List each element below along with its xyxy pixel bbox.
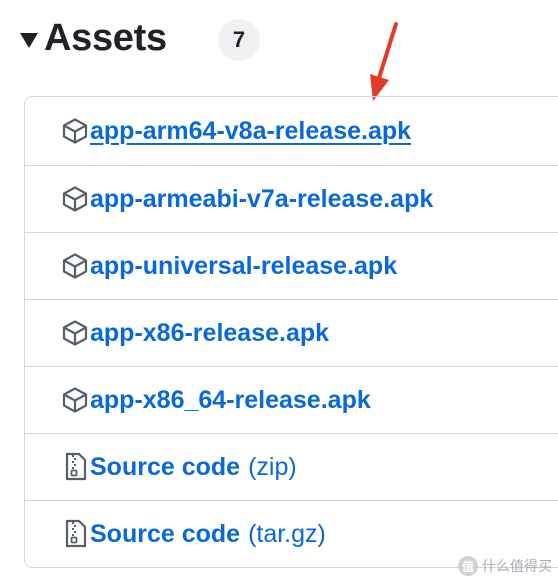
- source-code-link[interactable]: Source code: [90, 453, 240, 482]
- archive-format-label: (zip): [248, 452, 297, 481]
- asset-row: app-armeabi-v7a-release.apk: [25, 165, 558, 232]
- caret-down-icon[interactable]: [20, 32, 38, 48]
- package-icon: [60, 385, 90, 415]
- watermark: 值 什么值得买: [458, 556, 552, 576]
- asset-link[interactable]: app-arm64-v8a-release.apk: [90, 117, 411, 146]
- assets-header[interactable]: Assets: [20, 12, 167, 64]
- asset-row: app-x86-release.apk: [25, 299, 558, 366]
- asset-link[interactable]: app-armeabi-v7a-release.apk: [90, 185, 433, 214]
- watermark-text: 什么值得买: [482, 558, 552, 574]
- file-zip-icon: [60, 519, 90, 549]
- asset-link[interactable]: app-x86-release.apk: [90, 319, 329, 348]
- file-zip-icon: [60, 452, 90, 482]
- assets-count-badge: 7: [218, 19, 260, 61]
- asset-link[interactable]: app-x86_64-release.apk: [90, 386, 371, 415]
- package-icon: [60, 184, 90, 214]
- source-code-link[interactable]: Source code: [90, 520, 240, 549]
- package-icon: [60, 116, 90, 146]
- asset-row: Source code (zip): [25, 433, 558, 500]
- assets-title: Assets: [44, 16, 167, 59]
- asset-link[interactable]: app-universal-release.apk: [90, 252, 397, 281]
- archive-format-label: (tar.gz): [248, 519, 326, 548]
- package-icon: [60, 318, 90, 348]
- asset-row: app-arm64-v8a-release.apk: [25, 97, 558, 165]
- asset-row: app-universal-release.apk: [25, 232, 558, 299]
- assets-list: app-arm64-v8a-release.apk app-armeabi-v7…: [24, 96, 558, 568]
- asset-row: app-x86_64-release.apk: [25, 366, 558, 433]
- package-icon: [60, 251, 90, 281]
- watermark-logo-icon: 值: [458, 556, 478, 576]
